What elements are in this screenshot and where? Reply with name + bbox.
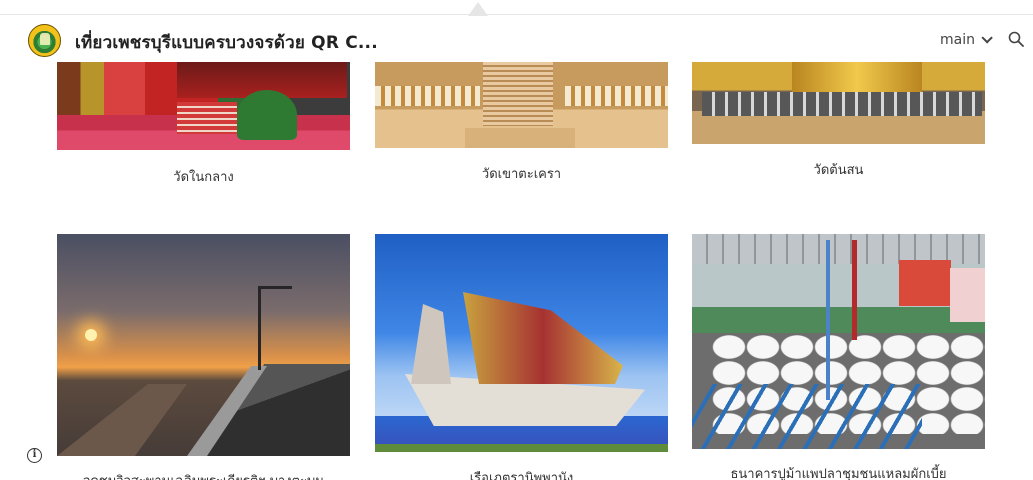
sign-board <box>950 268 985 322</box>
site-logo[interactable] <box>28 24 61 57</box>
blue-post <box>826 240 830 400</box>
gallery-caption: ธนาคารปูม้าแพปลาชุมชนแหลมผักเบี้ย <box>730 467 947 480</box>
sign-board <box>899 260 951 306</box>
gallery-caption: เรือเภตรานิพพานัง <box>469 471 574 480</box>
grass <box>375 444 668 452</box>
sun <box>85 329 97 341</box>
gallery-image-bridge-viewpoint[interactable] <box>57 234 350 456</box>
pier <box>57 384 187 456</box>
ship-decoration <box>463 292 623 384</box>
tree <box>237 90 297 140</box>
gallery-image-phetra-nipphanang-ship[interactable] <box>375 234 668 452</box>
railing-right <box>565 86 668 106</box>
site-title[interactable]: เที่ยวเพชรบุรีแบบครบวงจรด้วย QR C... <box>75 29 378 56</box>
gallery-image-wat-nai-klang[interactable] <box>57 62 350 150</box>
courtyard-floor <box>465 128 575 148</box>
bell-row <box>702 92 982 116</box>
gallery-caption: วัดเขาตะเครา <box>481 167 562 182</box>
staircase <box>483 62 553 126</box>
gallery-image-wat-ton-son[interactable] <box>692 62 985 144</box>
red-post <box>852 240 857 340</box>
gallery-image-crab-bank[interactable] <box>692 234 985 449</box>
search-icon[interactable] <box>1008 31 1024 47</box>
site-header: เที่ยวเพชรบุรีแบบครบวงจรด้วย QR C... mai… <box>0 14 1033 62</box>
chevron-down-icon <box>981 32 993 44</box>
nav-main-label: main <box>940 32 975 48</box>
gallery-caption: วัดต้นสน <box>813 163 864 178</box>
naga-statue <box>411 304 451 384</box>
gallery-image-wat-khao-takhrao[interactable] <box>375 62 668 148</box>
gallery-caption: จุดชมวิวสะพานเฉลิมพระเกียรติฯ บางตะบูน <box>57 470 350 480</box>
nav-main-dropdown[interactable]: main <box>940 32 993 48</box>
railing-left <box>375 86 480 106</box>
scroll-up-indicator <box>468 2 488 16</box>
temple-steps <box>177 102 237 134</box>
stupa <box>792 62 922 92</box>
info-icon[interactable]: i <box>27 448 42 463</box>
gallery-caption: วัดในกลาง <box>173 170 234 185</box>
street-lamp <box>258 286 292 370</box>
pipe-rails <box>692 384 922 449</box>
